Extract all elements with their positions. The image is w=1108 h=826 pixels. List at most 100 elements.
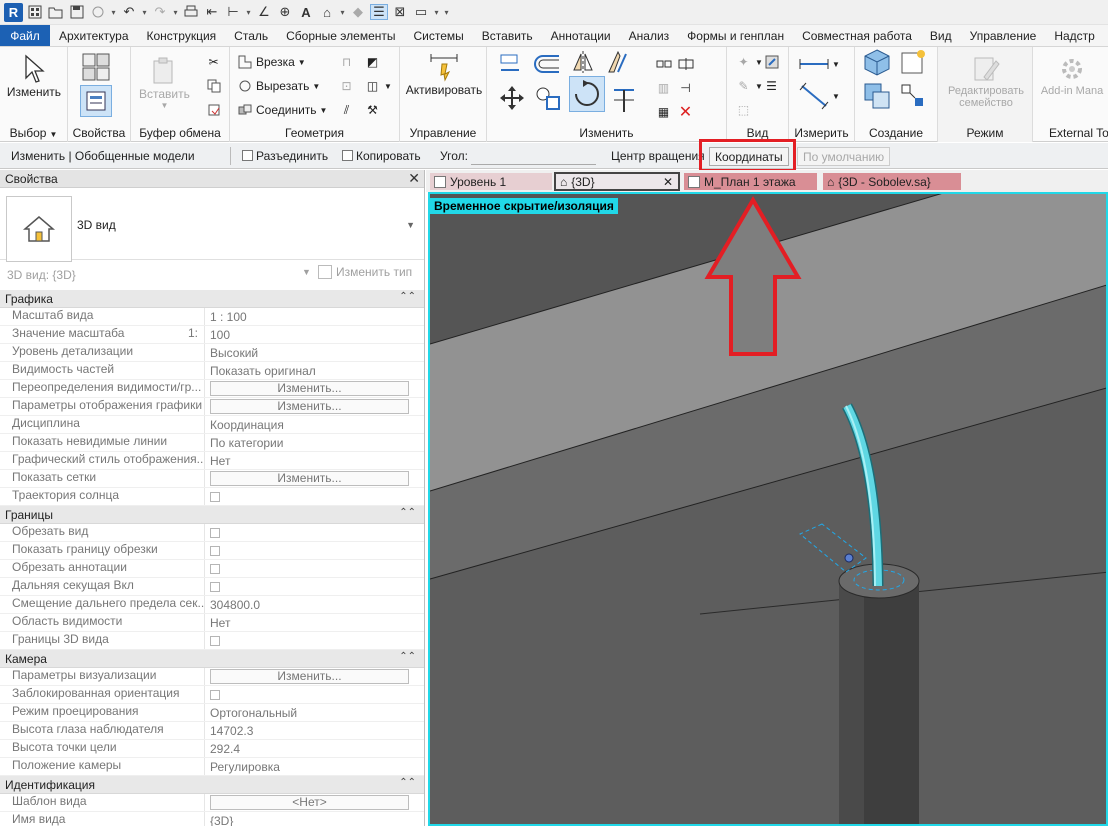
property-value[interactable]: 292.4 — [205, 740, 424, 757]
rotate-button[interactable] — [569, 76, 605, 112]
tab-annotate[interactable]: Аннотации — [542, 25, 620, 46]
customize-qat-icon[interactable]: ▾ — [443, 4, 450, 20]
property-group-header[interactable]: Идентификация ⌃⌃ — [0, 776, 424, 794]
instance-filter[interactable]: 3D вид: {3D} — [7, 268, 76, 282]
tab-3d[interactable]: ⌂ {3D} ✕ — [554, 172, 680, 191]
mirror-axis-button[interactable] — [570, 51, 596, 73]
property-checkbox[interactable] — [210, 689, 220, 700]
linework-button[interactable]: ✎ ▼ — [735, 77, 762, 95]
chevron-down-icon[interactable]: ▾ — [172, 4, 179, 20]
default-button[interactable]: По умолчанию — [797, 147, 891, 166]
property-edit-button[interactable]: Изменить... — [210, 669, 409, 684]
tab-massing-site[interactable]: Формы и генплан — [678, 25, 793, 46]
property-group-header[interactable]: Графика ⌃⌃ — [0, 290, 424, 308]
tab-addins[interactable]: Надстр — [1045, 25, 1104, 46]
undo-icon[interactable]: ↶ — [120, 4, 138, 20]
property-edit-button[interactable]: Изменить... — [210, 471, 409, 486]
property-checkbox[interactable] — [210, 581, 220, 592]
disjoin-checkbox[interactable]: Разъединить — [242, 149, 328, 163]
collapse-icon[interactable]: ⌃⌃ — [399, 507, 416, 518]
3d-viewport[interactable]: Временное скрытие/изоляция — [428, 192, 1108, 826]
chevron-down-icon[interactable]: ▾ — [245, 4, 252, 20]
property-value[interactable]: Показать оригинал — [205, 362, 424, 379]
switch-windows-icon[interactable]: ▭ — [412, 4, 430, 20]
property-value[interactable]: 1 : 100 — [205, 308, 424, 325]
collapse-icon[interactable]: ⌃⌃ — [399, 777, 416, 788]
chevron-down-icon[interactable]: ▼ — [406, 220, 415, 230]
properties-button[interactable] — [80, 85, 112, 117]
offset-button[interactable] — [531, 55, 563, 73]
tab-insert[interactable]: Вставить — [473, 25, 542, 46]
activate-button[interactable]: Активировать — [404, 51, 484, 97]
thin-lines-icon[interactable]: ☰ — [370, 4, 388, 20]
dimension-button[interactable]: ▼ — [799, 82, 840, 110]
save-icon[interactable] — [68, 4, 86, 20]
copy-checkbox[interactable]: Копировать — [342, 149, 421, 163]
open-icon[interactable] — [47, 4, 65, 20]
split-gap-button[interactable] — [677, 55, 694, 73]
aligned-dimension-icon[interactable]: ⊢ — [224, 4, 242, 20]
paint-button[interactable]: ◫ ▼ — [364, 77, 392, 95]
align-modify-button[interactable] — [497, 54, 523, 73]
modify-button[interactable]: Изменить — [6, 53, 62, 99]
chevron-down-icon[interactable]: ▾ — [433, 4, 440, 20]
move-button[interactable] — [497, 86, 527, 110]
angle-icon[interactable]: ∠ — [255, 4, 273, 20]
sync-icon[interactable] — [89, 4, 107, 20]
pin-button[interactable]: ⊣ — [677, 79, 694, 97]
property-value[interactable]: Нет — [205, 614, 424, 631]
measure-distance-button[interactable]: ▼ — [799, 55, 840, 73]
tab-systems[interactable]: Системы — [405, 25, 473, 46]
create-parts-button[interactable] — [899, 50, 927, 74]
home-icon[interactable] — [26, 4, 44, 20]
addin-manager-button[interactable]: Add-in Mana — [1037, 53, 1107, 97]
property-checkbox[interactable] — [210, 563, 220, 574]
match-type-button[interactable] — [205, 101, 222, 119]
cope-button[interactable]: Врезка ▼ — [236, 53, 306, 71]
collapse-icon[interactable]: ⌃⌃ — [399, 291, 416, 302]
array-button[interactable]: ▦ — [655, 103, 672, 121]
tab-3d-sobolev[interactable]: ⌂ {3D - Sobolev.sa} — [823, 173, 961, 190]
property-value[interactable]: 14702.3 — [205, 722, 424, 739]
wall-joins-button[interactable]: ⊓ — [338, 53, 355, 71]
cut-geometry-button[interactable]: Вырезать ▼ — [236, 77, 320, 95]
trim-extend-button[interactable] — [609, 89, 639, 112]
split-face-button[interactable]: ◩ — [364, 53, 381, 71]
collapse-icon[interactable]: ⌃⌃ — [399, 651, 416, 662]
demolish-button[interactable]: ⊡ — [338, 77, 355, 95]
measure-icon[interactable]: ⇤ — [203, 4, 221, 20]
property-checkbox[interactable] — [210, 545, 220, 556]
tab-steel[interactable]: Сталь — [225, 25, 277, 46]
edit-type-button[interactable]: Изменить тип — [318, 265, 412, 279]
chevron-down-icon[interactable]: ▾ — [339, 4, 346, 20]
tab-analyze[interactable]: Анализ — [620, 25, 679, 46]
copy-clipboard-button[interactable] — [205, 77, 222, 95]
print-icon[interactable] — [182, 4, 200, 20]
tab-floor-plan-1[interactable]: М_План 1 этажа — [684, 173, 817, 190]
tab-manage[interactable]: Управление — [961, 25, 1046, 46]
property-checkbox[interactable] — [210, 527, 220, 538]
property-value[interactable]: Координация — [205, 416, 424, 433]
sections-icon[interactable]: ◆ — [349, 4, 367, 20]
join-button[interactable]: Соединить ▼ — [236, 101, 327, 119]
redo-icon[interactable]: ↷ — [151, 4, 169, 20]
edit-family-button[interactable]: Редактировать семейство — [942, 53, 1030, 109]
close-icon[interactable]: ✕ — [408, 170, 420, 187]
property-value[interactable]: Ортогональный — [205, 704, 424, 721]
property-group-header[interactable]: Границы ⌃⌃ — [0, 506, 424, 524]
revit-logo[interactable]: R — [4, 2, 23, 22]
property-edit-button[interactable]: <Нет> — [210, 795, 409, 810]
property-value[interactable]: {3D} — [205, 812, 424, 826]
property-value[interactable]: 100 — [205, 326, 424, 343]
hammer-button[interactable]: ⚒ — [364, 101, 381, 119]
close-hidden-icon[interactable]: ⊠ — [391, 4, 409, 20]
type-selector[interactable]: 3D вид ▼ — [0, 190, 424, 262]
tab-structure[interactable]: Конструкция — [138, 25, 226, 46]
property-edit-button[interactable]: Изменить... — [210, 381, 409, 396]
text-icon[interactable]: A — [297, 4, 315, 20]
close-icon[interactable]: ✕ — [663, 175, 673, 189]
property-value[interactable]: По категории — [205, 434, 424, 451]
unpin-button[interactable]: ▥ — [655, 79, 672, 97]
copy-modify-button[interactable] — [533, 87, 563, 110]
delete-button[interactable]: ✕ — [677, 103, 694, 121]
